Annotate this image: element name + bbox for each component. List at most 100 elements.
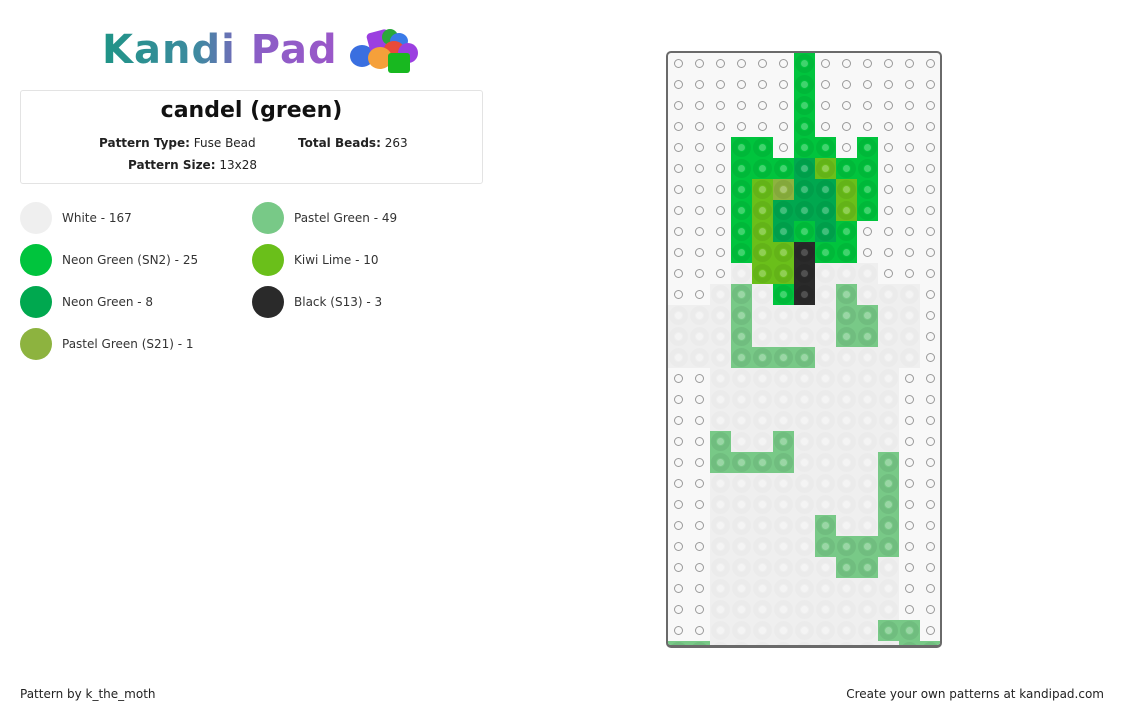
bead-pastel-green	[752, 347, 773, 368]
bead	[836, 368, 857, 389]
empty-peg	[920, 74, 940, 95]
bead	[794, 179, 815, 200]
bead-hole	[864, 396, 871, 403]
bead-white	[773, 410, 794, 431]
bead-hole	[780, 291, 787, 298]
bead	[794, 599, 815, 620]
peg-icon	[821, 122, 830, 131]
color-swatch	[252, 202, 284, 234]
pattern-info-card: candel (green) Pattern Type: Fuse Bead T…	[20, 90, 483, 184]
peg-icon	[821, 59, 830, 68]
bead-white	[710, 410, 731, 431]
bead-pastel-green	[815, 536, 836, 557]
peg-icon	[905, 500, 914, 509]
bead-white	[836, 599, 857, 620]
bead	[815, 494, 836, 515]
bead	[836, 221, 857, 242]
bead-hole	[822, 354, 829, 361]
peg-icon	[905, 437, 914, 446]
bead	[731, 599, 752, 620]
bead-hole	[780, 522, 787, 529]
peg-icon	[905, 143, 914, 152]
bead-white	[836, 494, 857, 515]
bead	[773, 536, 794, 557]
bead	[773, 599, 794, 620]
peg-icon	[716, 206, 725, 215]
peg-icon	[926, 59, 935, 68]
bead-hole	[864, 207, 871, 214]
bead-pastel-green	[878, 494, 899, 515]
bead	[773, 263, 794, 284]
empty-peg	[668, 515, 689, 536]
bead-white	[857, 347, 878, 368]
bead	[773, 641, 794, 645]
bead	[857, 431, 878, 452]
bead	[836, 536, 857, 557]
bead-white	[731, 389, 752, 410]
empty-peg	[689, 263, 710, 284]
bead	[836, 578, 857, 599]
bead-white	[668, 347, 689, 368]
peg-icon	[842, 101, 851, 110]
empty-peg	[668, 116, 689, 137]
empty-peg	[920, 95, 940, 116]
bead-white	[836, 263, 857, 284]
bead-white	[815, 305, 836, 326]
peg-icon	[674, 185, 683, 194]
peg-icon	[695, 290, 704, 299]
empty-peg	[899, 452, 920, 473]
bead-hole	[864, 270, 871, 277]
peg-icon	[716, 59, 725, 68]
pattern-size: Pattern Size: 13x28	[128, 158, 257, 172]
bead-pastel-green	[878, 620, 899, 641]
color-swatch	[252, 244, 284, 276]
bead	[815, 179, 836, 200]
bead-neon-green-sn2	[815, 242, 836, 263]
bead-hole	[780, 312, 787, 319]
bead-hole	[885, 480, 892, 487]
bead-white	[878, 641, 899, 645]
bead	[836, 410, 857, 431]
legend-label: Pastel Green - 49	[294, 211, 398, 225]
bead-hole	[843, 291, 850, 298]
bead-white	[794, 305, 815, 326]
peg-icon	[863, 122, 872, 131]
bead-white	[668, 326, 689, 347]
empty-peg	[920, 389, 940, 410]
empty-peg	[689, 284, 710, 305]
color-swatch	[20, 328, 52, 360]
total-beads-value: 263	[384, 136, 408, 150]
bead-white	[815, 599, 836, 620]
empty-peg	[710, 221, 731, 242]
bead-hole	[759, 606, 766, 613]
kandipad-logo[interactable]: Kandi Pad	[102, 26, 418, 74]
bead-white	[815, 263, 836, 284]
bead-pastel-green	[857, 557, 878, 578]
bead	[794, 620, 815, 641]
legend-label: Neon Green - 8	[62, 295, 154, 309]
bead-hole	[801, 480, 808, 487]
bead	[899, 347, 920, 368]
empty-peg	[689, 473, 710, 494]
empty-peg	[752, 74, 773, 95]
bead-white	[731, 473, 752, 494]
bead-hole	[864, 291, 871, 298]
peg-icon	[926, 101, 935, 110]
bead	[815, 221, 836, 242]
bead-hole	[738, 333, 745, 340]
empty-peg	[899, 263, 920, 284]
bead-pastel-green	[731, 284, 752, 305]
bead	[815, 515, 836, 536]
bead-hole	[864, 480, 871, 487]
kandipad-promo-link[interactable]: Create your own patterns at kandipad.com	[846, 687, 1104, 701]
bead	[752, 620, 773, 641]
bead-white	[815, 347, 836, 368]
bead-white	[794, 410, 815, 431]
bead-hole	[738, 501, 745, 508]
empty-peg	[899, 368, 920, 389]
empty-peg	[689, 95, 710, 116]
empty-peg	[920, 557, 940, 578]
bead-neon-green	[773, 200, 794, 221]
bead	[731, 347, 752, 368]
bead-hole	[885, 543, 892, 550]
